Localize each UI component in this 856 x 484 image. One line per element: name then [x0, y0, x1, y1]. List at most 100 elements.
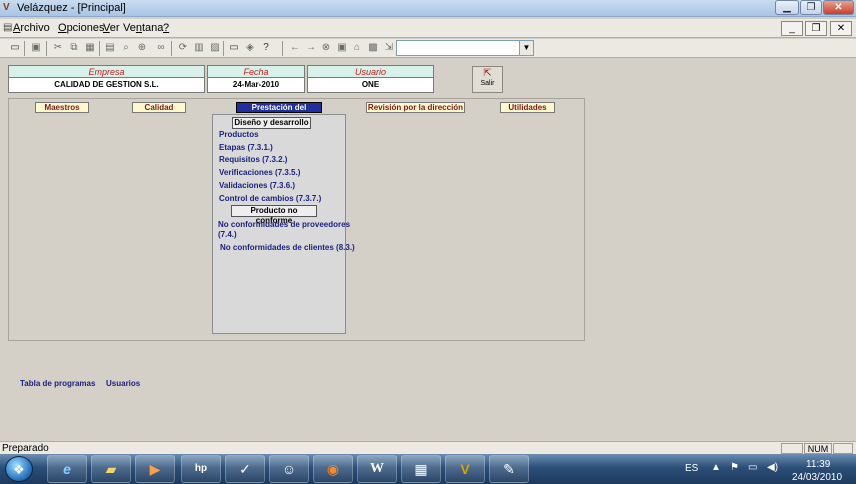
- window-title: Velázquez - [Principal]: [17, 2, 126, 14]
- back-icon[interactable]: ←: [288, 41, 302, 55]
- start-button[interactable]: ❖: [5, 456, 33, 482]
- zoom-icon[interactable]: ⊕: [135, 41, 149, 55]
- section-producto-no-conforme: Producto no conforme: [231, 205, 317, 225]
- history-icon[interactable]: ⇲: [382, 41, 396, 55]
- spreadsheet-icon[interactable]: ▦: [401, 455, 441, 483]
- reload-icon[interactable]: ▣: [335, 41, 349, 55]
- show-hidden-icons-icon[interactable]: ▲: [711, 462, 721, 473]
- status-box-empty: [781, 443, 803, 454]
- document-icon[interactable]: ▤: [3, 22, 12, 33]
- toolbar: ▭ ▣ ✂ ⧉ ▦ ▤ ⌕ ⊕ ∞ ⟳ ▥ ▨ ▭ ◈ ? ← → ⊗ ▣ ⌂ …: [0, 39, 856, 58]
- folder-icon[interactable]: ▰: [91, 455, 131, 483]
- link-productos[interactable]: Productos: [219, 130, 259, 140]
- toolbar-separator: [99, 41, 100, 56]
- clock-time[interactable]: 11:39: [806, 459, 830, 470]
- media-player-icon[interactable]: ▶: [135, 455, 175, 483]
- menu-ventana[interactable]: Ventana: [123, 22, 163, 34]
- menu-archivo[interactable]: Archivo: [13, 22, 50, 34]
- layers-icon[interactable]: ◈: [243, 41, 257, 55]
- link-nc-clientes[interactable]: No conformidades de clientes (8.3.): [220, 243, 355, 253]
- firefox-icon[interactable]: ◉: [313, 455, 353, 483]
- link-control-cambios[interactable]: Control de cambios (7.3.7.): [219, 194, 321, 204]
- internet-explorer-icon[interactable]: e: [47, 455, 87, 483]
- tab-revision-direccion[interactable]: Revisión por la dirección: [366, 102, 465, 113]
- favorites-icon[interactable]: ▩: [366, 41, 380, 55]
- mdi-restore-button[interactable]: ❐: [805, 21, 827, 36]
- link-validaciones[interactable]: Validaciones (7.3.6.): [219, 181, 295, 191]
- close-button[interactable]: ✕: [823, 0, 854, 15]
- tab-maestros[interactable]: Maestros: [35, 102, 89, 113]
- maximize-button[interactable]: ❐: [800, 0, 822, 15]
- mdi-close-button[interactable]: ✕: [830, 21, 852, 36]
- open-icon[interactable]: ▭: [8, 41, 22, 55]
- tab-prestacion-servicio[interactable]: Prestación del servicio: [236, 102, 322, 121]
- find-icon[interactable]: ⌕: [119, 41, 133, 55]
- clock-date[interactable]: 24/03/2010: [792, 472, 842, 483]
- form-icon[interactable]: ▤: [103, 41, 117, 55]
- fecha-label: Fecha: [208, 66, 304, 78]
- chevron-down-icon[interactable]: ▼: [519, 41, 533, 55]
- hp-icon[interactable]: hp: [181, 455, 221, 483]
- messenger-icon[interactable]: ☺: [269, 455, 309, 483]
- paint-icon[interactable]: ✎: [489, 455, 529, 483]
- tab-utilidades[interactable]: Utilidades: [500, 102, 555, 113]
- mdi-minimize-button[interactable]: _: [781, 21, 803, 36]
- link-requisitos[interactable]: Requisitos (7.3.2.): [219, 155, 287, 165]
- status-text: Preparado: [2, 443, 49, 454]
- link-usuarios[interactable]: Usuarios: [106, 379, 140, 388]
- copy-icon[interactable]: ⧉: [67, 41, 81, 55]
- exit-icon: ⇱: [483, 68, 492, 79]
- menu-help[interactable]: ?: [163, 22, 169, 34]
- fecha-cell: Fecha 24-Mar-2010: [207, 65, 305, 93]
- stop-icon[interactable]: ⊗: [319, 41, 333, 55]
- velazquez-taskbar-icon[interactable]: V: [445, 455, 485, 483]
- num-indicator: NUM: [804, 443, 832, 454]
- toolbar-separator: [282, 41, 283, 56]
- toolbar-separator: [24, 41, 25, 56]
- toolbar-separator: [171, 41, 172, 56]
- volume-icon[interactable]: ◀): [767, 462, 778, 473]
- salir-label: Salir: [480, 80, 495, 87]
- velazquez-app-icon[interactable]: V: [3, 2, 15, 14]
- title-bar: V Velázquez - [Principal] ▁ ❐ ✕: [0, 0, 856, 17]
- toolbar-combo[interactable]: ▼: [396, 40, 534, 56]
- link-tabla-programas[interactable]: Tabla de programas: [20, 379, 95, 388]
- save-icon[interactable]: ▣: [29, 41, 43, 55]
- link-verificaciones[interactable]: Verificaciones (7.3.5.): [219, 168, 300, 178]
- link-etapas[interactable]: Etapas (7.3.1.): [219, 143, 273, 153]
- link-nc-proveedores[interactable]: No conformidades de proveedores: [218, 220, 350, 230]
- print-icon[interactable]: ▨: [208, 41, 222, 55]
- empresa-label: Empresa: [9, 66, 204, 78]
- menu-ver[interactable]: Ver: [103, 22, 120, 34]
- monitor-chart-icon[interactable]: ✓: [225, 455, 265, 483]
- minimize-button[interactable]: ▁: [775, 0, 799, 15]
- fecha-value: 24-Mar-2010: [232, 80, 280, 89]
- tab-calidad[interactable]: Calidad: [132, 102, 186, 113]
- cut-icon[interactable]: ✂: [51, 41, 65, 55]
- menu-opciones[interactable]: Opciones: [58, 22, 104, 34]
- flag-icon[interactable]: ⚑: [730, 462, 739, 473]
- refresh-icon[interactable]: ⟳: [176, 41, 190, 55]
- section-diseno-desarrollo: Diseño y desarrollo: [232, 117, 311, 129]
- language-indicator[interactable]: ES: [685, 463, 698, 474]
- salir-button[interactable]: ⇱ Salir: [472, 66, 503, 93]
- link-icon[interactable]: ∞: [154, 41, 168, 55]
- home-icon[interactable]: ⌂: [350, 41, 364, 55]
- paste-icon[interactable]: ▦: [83, 41, 97, 55]
- word-icon[interactable]: W: [357, 455, 397, 483]
- status-bar: Preparado NUM: [0, 441, 856, 454]
- empresa-cell: Empresa CALIDAD DE GESTION S.L.: [8, 65, 205, 93]
- help-icon[interactable]: ?: [259, 41, 273, 55]
- toolbar-separator: [46, 41, 47, 56]
- usuario-value: ONE: [361, 80, 380, 89]
- print-preview-icon[interactable]: ▥: [192, 41, 206, 55]
- forward-icon[interactable]: →: [304, 41, 318, 55]
- network-icon[interactable]: ▭: [748, 462, 757, 473]
- usuario-label: Usuario: [308, 66, 433, 78]
- usuario-cell: Usuario ONE: [307, 65, 434, 93]
- empresa-value: CALIDAD DE GESTION S.L.: [54, 80, 159, 89]
- status-box-empty: [833, 443, 853, 454]
- monitor-icon[interactable]: ▭: [227, 41, 241, 55]
- link-nc-proveedores-ref[interactable]: (7.4.): [218, 230, 237, 240]
- menu-bar: ▤ Archivo Opciones Ver Ventana ?: [0, 19, 856, 38]
